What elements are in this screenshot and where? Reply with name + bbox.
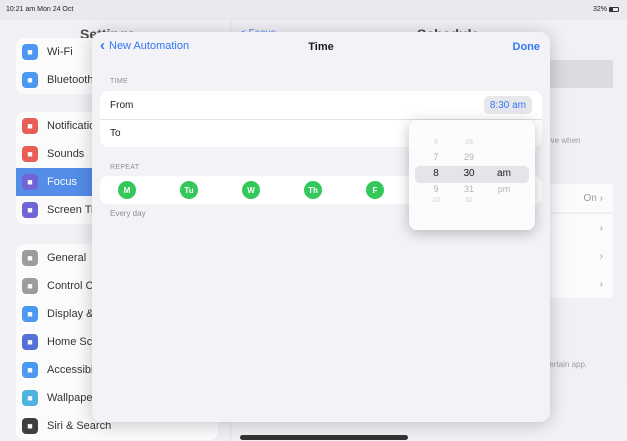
sidebar-item-label: Wallpaper [47, 392, 97, 404]
day-toggle[interactable]: Tu [180, 181, 198, 199]
sounds-icon: ■ [22, 146, 38, 162]
time-section-label: TIME [110, 78, 128, 85]
display-icon: ■ [22, 306, 38, 322]
time-wheel-picker[interactable]: 6 7 8 9 10 28 29 30 31 32 am pm [409, 120, 535, 230]
sidebar-item-label: Bluetooth [47, 74, 94, 86]
chevron-right-icon: › [599, 222, 603, 234]
from-row[interactable]: From 8:30 am [100, 91, 542, 119]
detail-on-value: On [583, 192, 597, 204]
bluetooth-icon: ■ [22, 72, 38, 88]
every-day-caption: Every day [110, 209, 146, 218]
day-toggle[interactable]: F [366, 181, 384, 199]
home-screen-icon: ■ [22, 334, 38, 350]
day-toggle[interactable]: M [118, 181, 136, 199]
siri-icon: ■ [22, 418, 38, 434]
day-toggle[interactable]: W [242, 181, 260, 199]
wheel-value[interactable]: 32 [454, 197, 484, 204]
accessibility-icon: ■ [22, 362, 38, 378]
wheel-value[interactable]: 30 [454, 168, 484, 179]
status-time: 10:21 am Mon 24 Oct [6, 6, 74, 13]
battery-percent: 32% [592, 6, 607, 13]
wheel-value[interactable]: 7 [421, 152, 451, 162]
sidebar-item-label: Wi-Fi [47, 46, 73, 58]
home-indicator [240, 435, 408, 440]
from-label: From [110, 99, 134, 111]
period-wheel[interactable]: am pm [489, 120, 519, 230]
wheel-value[interactable]: 6 [421, 139, 451, 146]
sidebar-item-label: Focus [47, 176, 77, 188]
control-centre-icon: ■ [22, 278, 38, 294]
wheel-value[interactable]: 8 [421, 168, 451, 179]
screen-time-icon: ■ [22, 202, 38, 218]
focus-icon: ■ [22, 174, 38, 190]
wallpaper-icon: ■ [22, 390, 38, 406]
battery-icon [609, 7, 619, 12]
sheet-title: Time [308, 41, 334, 53]
status-bar: 10:21 am Mon 24 Oct 32% [0, 0, 627, 20]
wifi-icon: ■ [22, 44, 38, 60]
chevron-right-icon: › [599, 250, 603, 262]
general-icon: ■ [22, 250, 38, 266]
sidebar-item-label: Sounds [47, 148, 85, 160]
battery-indicator: 32% [593, 6, 619, 13]
repeat-section-label: REPEAT [110, 164, 140, 171]
sidebar-item-label: General [47, 252, 87, 264]
day-toggle[interactable]: Th [304, 181, 322, 199]
wheel-value[interactable]: 31 [454, 184, 484, 194]
sheet-nav-bar: ‹ New Automation Time Done [92, 32, 550, 62]
from-time-value[interactable]: 8:30 am [483, 96, 532, 114]
wheel-value[interactable]: 28 [454, 139, 484, 146]
to-label: To [110, 128, 121, 139]
wheel-value[interactable]: 9 [421, 184, 451, 194]
done-button[interactable]: Done [513, 41, 541, 53]
hour-wheel[interactable]: 6 7 8 9 10 [421, 120, 451, 230]
chevron-right-icon: › [599, 192, 603, 204]
minute-wheel[interactable]: 28 29 30 31 32 [454, 120, 484, 230]
wheel-value[interactable]: 29 [454, 152, 484, 162]
notifications-icon: ■ [22, 118, 38, 134]
wheel-value[interactable]: 10 [421, 197, 451, 204]
chevron-right-icon: › [599, 278, 603, 290]
wheel-value[interactable]: pm [489, 184, 519, 194]
wheel-value[interactable]: am [489, 168, 519, 179]
